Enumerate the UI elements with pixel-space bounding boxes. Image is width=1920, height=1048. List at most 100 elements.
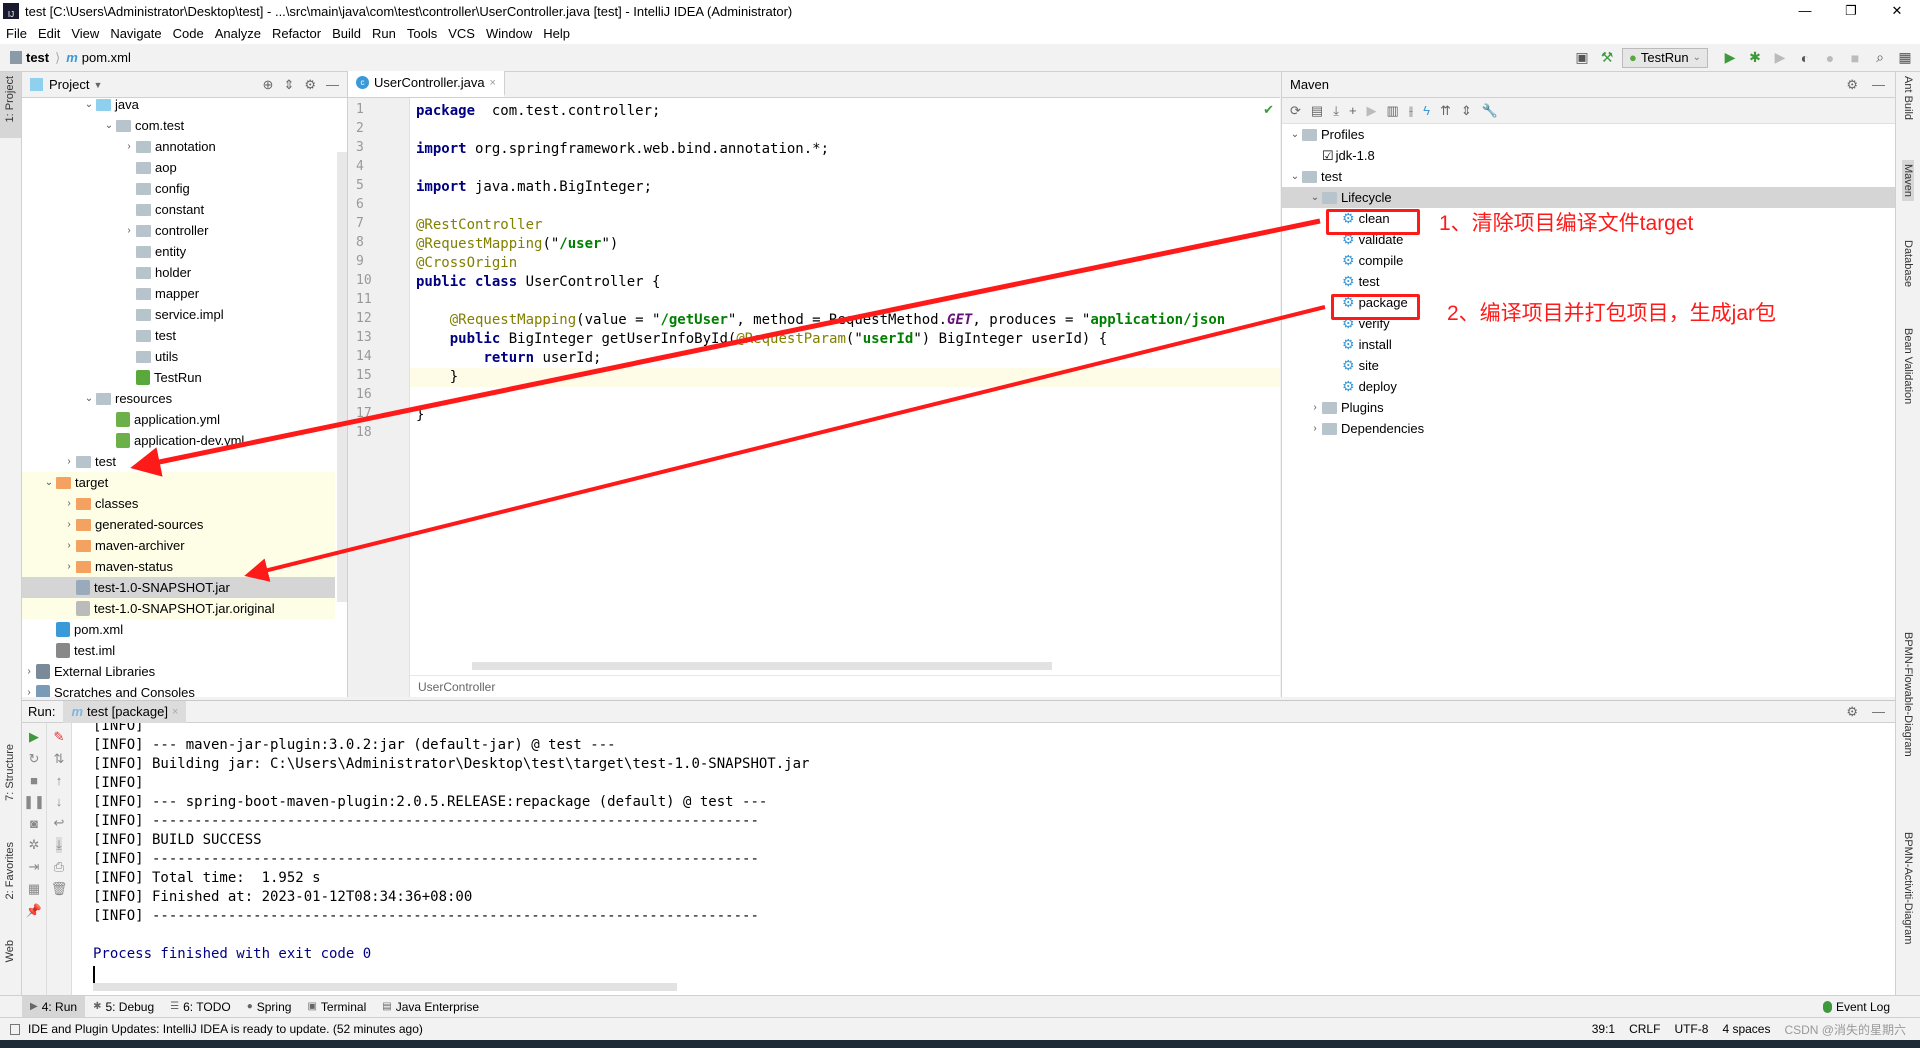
maven-tree-item[interactable]: ⌄ Lifecycle — [1282, 187, 1895, 208]
maven-tree-item[interactable]: › Dependencies — [1282, 418, 1895, 439]
tree-item[interactable]: ⌄ resources — [22, 388, 335, 409]
tool-ant-build[interactable]: Ant Build — [1902, 76, 1914, 120]
tree-item[interactable]: test-1.0-SNAPSHOT.jar — [22, 577, 335, 598]
tree-item[interactable]: ⌄ java — [22, 98, 335, 115]
chevron-down-icon[interactable]: ⌄ — [42, 477, 56, 488]
tree-item[interactable]: application-dev.yml — [22, 430, 335, 451]
tree-item[interactable]: aop — [22, 157, 335, 178]
chevron-down-icon[interactable]: ⌄ — [102, 120, 116, 131]
tree-item[interactable]: pom.xml — [22, 619, 335, 640]
maven-tree-item[interactable]: ⌄ test — [1282, 166, 1895, 187]
run-coverage-icon[interactable]: ▶ — [1771, 49, 1789, 67]
web-tool-button[interactable]: Web — [4, 940, 16, 962]
notification-icon[interactable] — [10, 1023, 20, 1035]
attach-icon[interactable]: ● — [1821, 49, 1839, 67]
lifecycle-goal-site[interactable]: ⚙ site — [1282, 355, 1895, 376]
offline-mode-icon[interactable]: ϟ — [1423, 103, 1430, 118]
tree-item[interactable]: holder — [22, 262, 335, 283]
restore-button[interactable]: ❐ — [1828, 0, 1874, 22]
close-window-button[interactable]: ✕ — [1874, 0, 1920, 22]
build-hammer-icon[interactable]: ⚒ — [1598, 49, 1616, 67]
tree-item[interactable]: › generated-sources — [22, 514, 335, 535]
chevron-down-icon[interactable]: ⌄ — [1308, 192, 1322, 203]
tree-item[interactable]: › External Libraries — [22, 661, 335, 682]
minimize-button[interactable]: — — [1782, 0, 1828, 22]
tree-item[interactable]: ⌄ target — [22, 472, 335, 493]
menu-window[interactable]: Window — [486, 26, 532, 41]
chevron-right-icon[interactable]: › — [122, 141, 136, 152]
gear-icon[interactable]: ⚙ — [304, 77, 316, 93]
status-message[interactable]: IDE and Plugin Updates: IntelliJ IDEA is… — [28, 1022, 423, 1036]
hide-icon[interactable]: — — [326, 77, 339, 93]
tree-item[interactable]: entity — [22, 241, 335, 262]
menu-edit[interactable]: Edit — [38, 26, 60, 41]
menu-tools[interactable]: Tools — [407, 26, 437, 41]
tree-item[interactable]: › controller — [22, 220, 335, 241]
menu-help[interactable]: Help — [543, 26, 570, 41]
menu-build[interactable]: Build — [332, 26, 361, 41]
tool-bpmn-activiti-diagram[interactable]: BPMN-Activiti-Diagram — [1902, 832, 1914, 944]
breadcrumb-project[interactable]: test — [26, 50, 49, 65]
hide-icon[interactable]: — — [1872, 704, 1885, 720]
lifecycle-goal-deploy[interactable]: ⚙ deploy — [1282, 376, 1895, 397]
chevron-down-icon[interactable]: ⌄ — [1288, 129, 1302, 140]
close-tab-icon[interactable]: × — [490, 77, 496, 89]
collapse-all-icon[interactable]: ⇕ — [1461, 103, 1472, 119]
checkbox-icon[interactable]: ☑ — [1322, 148, 1334, 164]
search-icon[interactable]: ⌕ — [1871, 49, 1889, 67]
tree-item[interactable]: utils — [22, 346, 335, 367]
tree-item[interactable]: config — [22, 178, 335, 199]
tool-database[interactable]: Database — [1902, 240, 1914, 287]
wrench-icon[interactable]: 🔧 — [1482, 103, 1498, 119]
tree-item[interactable]: ⌄ com.test — [22, 115, 335, 136]
menu-refactor[interactable]: Refactor — [272, 26, 321, 41]
maven-tree-item[interactable]: › Plugins — [1282, 397, 1895, 418]
tree-item[interactable]: test-1.0-SNAPSHOT.jar.original — [22, 598, 335, 619]
chevron-down-icon[interactable]: ⌄ — [82, 393, 96, 404]
run-window-icon[interactable]: ▣ — [1573, 49, 1591, 67]
tab-usercontroller-java[interactable]: c UserController.java × — [348, 71, 505, 97]
add-icon[interactable]: + — [1349, 103, 1357, 118]
tree-item[interactable]: test — [22, 325, 335, 346]
tree-item[interactable]: TestRun — [22, 367, 335, 388]
maven-tree-item[interactable]: ☑ jdk-1.8 — [1282, 145, 1895, 166]
bottom-tab-run[interactable]: ▶ 4: Run — [22, 995, 86, 1018]
chevron-right-icon[interactable]: › — [62, 540, 76, 551]
menu-file[interactable]: File — [6, 26, 27, 41]
file-encoding[interactable]: UTF-8 — [1674, 1022, 1708, 1036]
maven-tree-item[interactable]: ⌄ Profiles — [1282, 124, 1895, 145]
chevron-right-icon[interactable]: › — [62, 519, 76, 530]
menu-analyze[interactable]: Analyze — [215, 26, 261, 41]
chevron-right-icon[interactable]: › — [1308, 423, 1322, 434]
reload-icon[interactable]: ⟳ — [1290, 103, 1301, 119]
chevron-down-icon[interactable]: ⌄ — [1288, 171, 1302, 182]
tree-item[interactable]: service.impl — [22, 304, 335, 325]
tree-item[interactable]: › test — [22, 451, 335, 472]
collapse-all-icon[interactable]: ⇕ — [283, 77, 294, 93]
caret-position[interactable]: 39:1 — [1592, 1022, 1615, 1036]
download-icon[interactable]: ⤓ — [1333, 103, 1339, 119]
lifecycle-goal-test[interactable]: ⚙ test — [1282, 271, 1895, 292]
execute-goal-icon[interactable]: ▥ — [1387, 103, 1399, 119]
skip-tests-icon[interactable]: ⫲ — [1409, 103, 1413, 119]
tree-item[interactable]: › maven-status — [22, 556, 335, 577]
tree-item[interactable]: › Scratches and Consoles — [22, 682, 335, 697]
chevron-right-icon[interactable]: › — [1308, 402, 1322, 413]
project-tool-button[interactable]: 1: Project — [0, 72, 21, 138]
console-output[interactable]: [INFO] [INFO] --- maven-jar-plugin:3.0.2:… — [22, 723, 1895, 995]
run-configuration-select[interactable]: ● TestRun ⌄ — [1622, 47, 1708, 68]
debug-icon[interactable]: ✱ — [1746, 49, 1764, 67]
tree-item[interactable]: › classes — [22, 493, 335, 514]
bottom-tab-javaenterprise[interactable]: ▤ Java Enterprise — [374, 996, 487, 1018]
bottom-tab-terminal[interactable]: ▣ Terminal — [299, 996, 374, 1018]
tree-item[interactable]: constant — [22, 199, 335, 220]
line-separator[interactable]: CRLF — [1629, 1022, 1660, 1036]
tree-item[interactable]: test.iml — [22, 640, 335, 661]
menu-code[interactable]: Code — [173, 26, 204, 41]
tool-bpmn-flowable-diagram[interactable]: BPMN-Flowable-Diagram — [1902, 632, 1914, 757]
menu-navigate[interactable]: Navigate — [110, 26, 161, 41]
profile-icon[interactable]: ◐ — [1796, 49, 1814, 67]
console-horizontal-scrollbar[interactable] — [93, 983, 677, 991]
chevron-right-icon[interactable]: › — [22, 687, 36, 697]
favorites-tool-button[interactable]: 2: Favorites — [4, 842, 16, 899]
